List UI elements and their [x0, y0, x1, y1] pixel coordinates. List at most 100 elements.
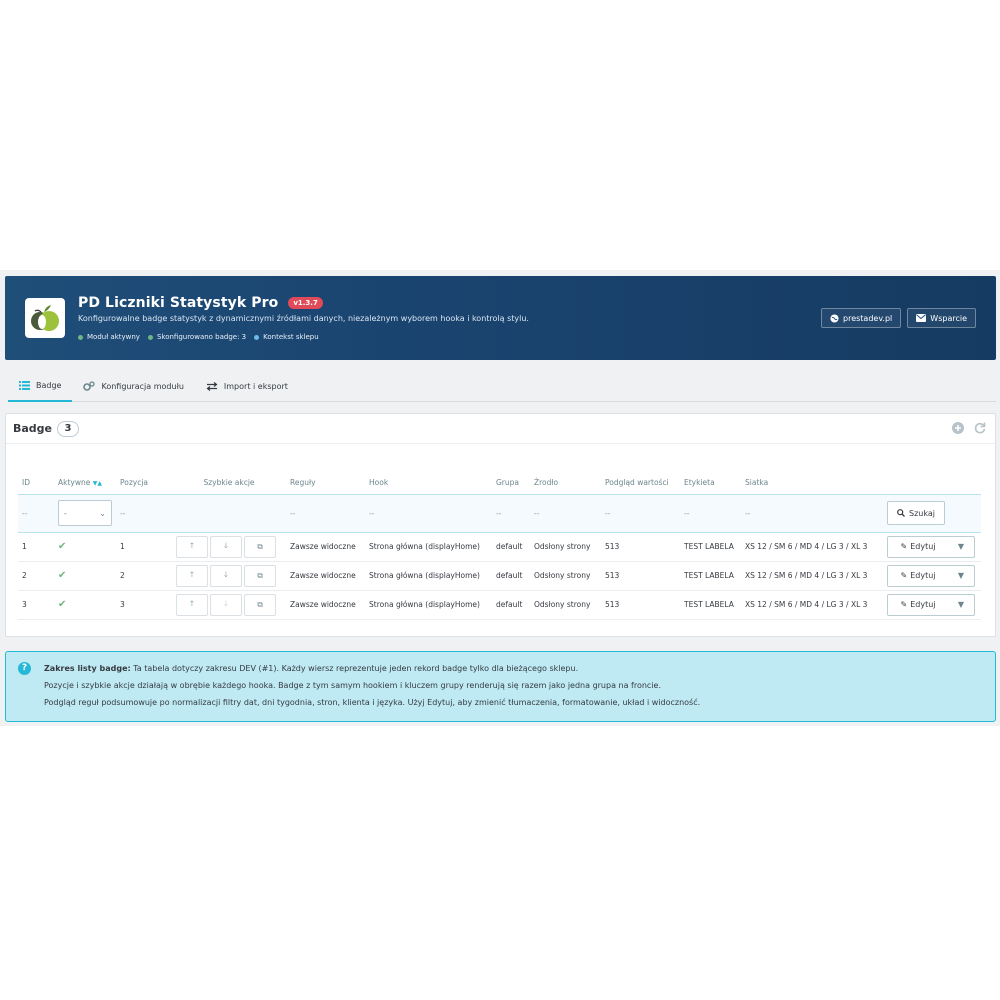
- support-button[interactable]: Wsparcie: [907, 308, 976, 328]
- col-label: Etykieta: [684, 478, 715, 488]
- edit-button[interactable]: ✎ Edytuj: [888, 595, 948, 615]
- status-shop-context: Kontekst sklepu: [254, 333, 319, 341]
- move-down-button[interactable]: 🡓: [210, 564, 242, 587]
- info-line-1: Ta tabela dotyczy zakresu DEV (#1). Każd…: [130, 664, 579, 673]
- arrow-up-icon: 🡑: [190, 570, 194, 579]
- table-header-row: ID Aktywne ▼▲ Pozycja Szybkie akcje Regu…: [18, 472, 981, 494]
- copy-icon: ⧉: [257, 541, 263, 551]
- col-hook: Hook: [369, 478, 389, 488]
- table-row: 1 ✔ 1 🡑 🡓 ⧉ Zawsze widoczne Strona główn…: [18, 532, 981, 562]
- refresh-icon[interactable]: [973, 421, 987, 435]
- move-up-button[interactable]: 🡑: [176, 535, 208, 558]
- col-actions: [883, 472, 981, 494]
- row-position: 1: [116, 532, 172, 562]
- status-dot-icon: [78, 334, 83, 340]
- row-grid: XS 12 / SM 6 / MD 4 / LG 3 / XL 3: [741, 532, 883, 562]
- active-check-icon[interactable]: ✔: [58, 599, 66, 610]
- duplicate-button[interactable]: ⧉: [244, 535, 276, 558]
- module-tabs: Badge Konfiguracja modułu Import i ekspo…: [8, 370, 996, 402]
- badge-table: ID Aktywne ▼▲ Pozycja Szybkie akcje Regu…: [18, 472, 981, 620]
- filter-grid: --: [741, 493, 883, 533]
- info-text: Zakres listy badge: Ta tabela dotyczy za…: [44, 660, 700, 711]
- arrow-down-icon: 🡓: [224, 541, 228, 550]
- edit-button[interactable]: ✎ Edytuj: [888, 537, 948, 557]
- col-rules: Reguły: [290, 478, 316, 488]
- search-icon: [897, 509, 905, 517]
- row-preview: 513: [601, 561, 680, 591]
- filter-hook: --: [365, 493, 492, 533]
- copy-icon: ⧉: [257, 570, 263, 580]
- status-dot-icon: [147, 334, 153, 340]
- chevron-down-icon: ⌄: [99, 508, 106, 518]
- arrow-up-icon: 🡑: [190, 541, 194, 550]
- duplicate-button[interactable]: ⧉: [244, 593, 276, 616]
- edit-button-group: ✎ Edytuj ▼: [887, 593, 975, 616]
- globe-icon: [830, 313, 839, 323]
- sort-icon[interactable]: ▼▲: [93, 480, 102, 487]
- row-position: 2: [116, 561, 172, 591]
- title-row: PD Liczniki Statystyk Pro v1.3.7: [78, 295, 323, 311]
- envelope-icon: [916, 314, 927, 322]
- duplicate-button[interactable]: ⧉: [244, 564, 276, 587]
- tab-import-export[interactable]: Import i eksport: [195, 370, 299, 402]
- col-grid: Siatka: [745, 478, 769, 488]
- panel-header: Badge 3: [6, 414, 995, 444]
- row-hook: Strona główna (displayHome): [365, 561, 492, 591]
- edit-button-group: ✎ Edytuj ▼: [887, 564, 975, 587]
- search-button[interactable]: Szukaj: [887, 501, 945, 525]
- module-title: PD Liczniki Statystyk Pro: [78, 295, 279, 311]
- row-hook: Strona główna (displayHome): [365, 590, 492, 620]
- move-up-button[interactable]: 🡑: [176, 564, 208, 587]
- arrow-up-icon: 🡑: [190, 599, 194, 608]
- status-row: Moduł aktywny Skonfigurowano badge: 3 Ko…: [78, 333, 319, 341]
- tab-module-config[interactable]: Konfiguracja modułu: [72, 370, 194, 402]
- row-group: default: [492, 532, 530, 562]
- status-badges-configured: Skonfigurowano badge: 3: [147, 333, 246, 341]
- question-circle-icon: ?: [18, 662, 31, 675]
- move-up-button[interactable]: 🡑: [176, 593, 208, 616]
- col-id[interactable]: ID: [18, 472, 54, 494]
- table-row: 2 ✔ 2 🡑 🡓 ⧉ Zawsze widoczne Strona główn…: [18, 561, 981, 591]
- module-header: PD Liczniki Statystyk Pro v1.3.7 Konfigu…: [5, 276, 996, 360]
- col-position[interactable]: Pozycja: [116, 472, 172, 494]
- list-icon: [19, 380, 30, 390]
- pencil-icon: ✎: [900, 542, 908, 551]
- pencil-icon: ✎: [900, 600, 908, 609]
- filter-position: --: [116, 493, 172, 533]
- row-grid: XS 12 / SM 6 / MD 4 / LG 3 / XL 3: [741, 561, 883, 591]
- info-lead: Zakres listy badge:: [44, 664, 131, 673]
- quick-actions: 🡑 🡓 ⧉: [176, 535, 282, 558]
- version-badge: v1.3.7: [288, 297, 323, 309]
- filter-preview: --: [601, 493, 680, 533]
- active-check-icon[interactable]: ✔: [58, 570, 66, 581]
- row-position: 3: [116, 590, 172, 620]
- status-dot-icon: [254, 334, 260, 340]
- edit-button[interactable]: ✎ Edytuj: [888, 566, 948, 586]
- edit-dropdown-toggle[interactable]: ▼: [948, 537, 974, 557]
- status-module-active: Moduł aktywny: [78, 333, 140, 341]
- row-group: default: [492, 590, 530, 620]
- add-new-icon[interactable]: [951, 421, 965, 435]
- prestadev-link-button[interactable]: prestadev.pl: [821, 308, 902, 328]
- row-grid: XS 12 / SM 6 / MD 4 / LG 3 / XL 3: [741, 590, 883, 620]
- col-active[interactable]: Aktywne ▼▲: [54, 472, 116, 494]
- move-down-button[interactable]: 🡓: [210, 535, 242, 558]
- caret-down-icon: ▼: [957, 600, 965, 609]
- badge-count: 3: [57, 420, 80, 437]
- active-filter-select[interactable]: - ⌄: [58, 500, 112, 526]
- quick-actions: 🡑 🡓 ⧉: [176, 564, 282, 587]
- active-check-icon[interactable]: ✔: [58, 541, 66, 552]
- exchange-icon: [206, 381, 218, 391]
- edit-dropdown-toggle[interactable]: ▼: [948, 566, 974, 586]
- filter-group: --: [492, 493, 530, 533]
- row-preview: 513: [601, 590, 680, 620]
- col-source: Źrodło: [534, 478, 559, 488]
- edit-dropdown-toggle[interactable]: ▼: [948, 595, 974, 615]
- row-label: TEST LABELA: [680, 532, 741, 562]
- row-rules: Zawsze widoczne: [286, 590, 365, 620]
- tab-badge[interactable]: Badge: [8, 370, 73, 402]
- move-down-button[interactable]: 🡓: [210, 593, 242, 616]
- apple-logo-icon: [31, 305, 59, 331]
- row-preview: 513: [601, 532, 680, 562]
- row-id: 2: [18, 561, 54, 591]
